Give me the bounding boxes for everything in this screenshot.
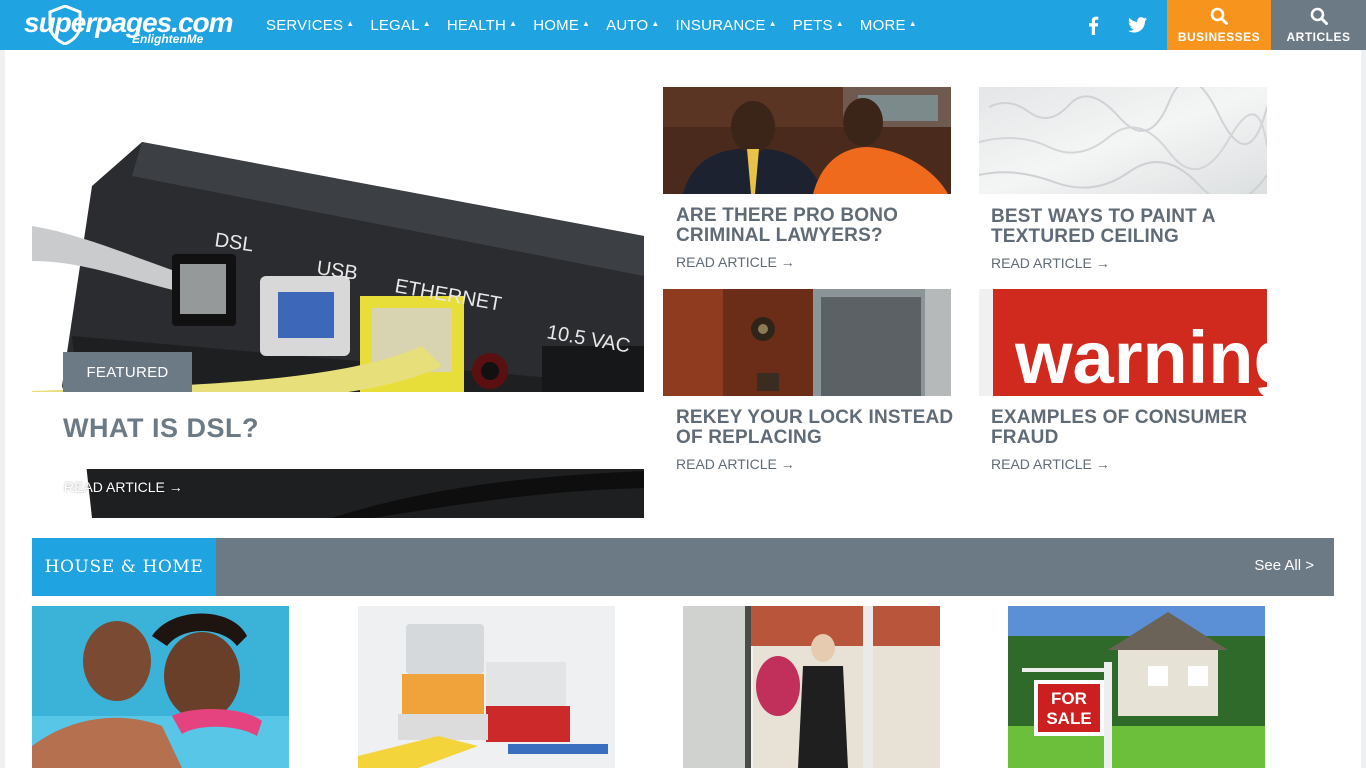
nav-home[interactable]: HOME ▲ — [533, 17, 590, 34]
twitter-link[interactable] — [1128, 0, 1152, 50]
caret-down-icon: ▲ — [651, 18, 660, 28]
read-article-link[interactable]: READ ARTICLE → — [676, 254, 795, 270]
read-article-link[interactable]: READ ARTICLE → — [676, 456, 795, 472]
read-article-link[interactable]: READ ARTICLE → — [991, 255, 1110, 271]
article-title[interactable]: REKEY YOUR LOCK INSTEAD OF REPLACING — [676, 408, 966, 448]
caret-down-icon: ▲ — [346, 18, 355, 28]
featured-article-title[interactable]: WHAT IS DSL? — [63, 413, 259, 444]
nav-label: HOME — [533, 16, 580, 34]
caret-down-icon: ▲ — [509, 18, 518, 28]
nav-health[interactable]: HEALTH ▲ — [447, 17, 517, 34]
for-sale-house-photo: FOR SALE — [1008, 606, 1265, 768]
article-image-lock[interactable] — [663, 289, 951, 396]
nav-insurance[interactable]: INSURANCE ▲ — [675, 17, 776, 34]
lawyer-client-photo — [663, 87, 951, 194]
nav-auto[interactable]: AUTO ▲ — [606, 17, 659, 34]
search-icon — [1210, 7, 1228, 25]
right-page-border — [1361, 50, 1366, 768]
articles-search-button[interactable]: ARTICLES — [1271, 0, 1366, 50]
facebook-link[interactable] — [1088, 0, 1108, 50]
nav-label: SERVICES — [266, 16, 344, 34]
article-image-fraud[interactable]: warning — [979, 289, 1267, 396]
door-lock-photo — [663, 289, 951, 396]
left-page-border — [0, 50, 5, 768]
businesses-search-button[interactable]: BUSINESSES — [1167, 0, 1271, 50]
warning-word: warning — [1014, 316, 1267, 396]
nav-label: INSURANCE — [675, 16, 766, 34]
house-home-thumb[interactable] — [32, 606, 289, 768]
nav-pets[interactable]: PETS ▲ — [793, 17, 844, 34]
nav-label: AUTO — [606, 16, 649, 34]
nav-label: LEGAL — [370, 16, 420, 34]
sale-sign-text-sale: SALE — [1046, 709, 1091, 728]
twitter-icon — [1128, 17, 1147, 33]
article-image-lawyers[interactable] — [663, 87, 951, 194]
site-logo[interactable]: superpages.com EnlightenMe — [24, 3, 234, 47]
caret-down-icon: ▲ — [908, 18, 917, 28]
see-all-link[interactable]: See All > — [1254, 557, 1314, 574]
caret-down-icon: ▲ — [768, 18, 777, 28]
nav-label: HEALTH — [446, 16, 507, 34]
house-home-thumb[interactable] — [683, 606, 940, 768]
main-nav: SERVICES ▲ LEGAL ▲ HEALTH ▲ HOME ▲ AUTO ▲ INS… — [266, 0, 933, 50]
paint-cans-photo — [358, 606, 615, 768]
nav-services[interactable]: SERVICES ▲ — [266, 17, 354, 34]
caret-down-icon: ▲ — [835, 18, 844, 28]
nav-label: MORE — [859, 16, 906, 34]
house-home-thumb[interactable]: FOR SALE — [1008, 606, 1265, 768]
article-title[interactable]: EXAMPLES OF CONSUMER FRAUD — [991, 408, 1281, 448]
textured-ceiling-photo — [979, 87, 1267, 194]
article-image-ceiling[interactable] — [979, 87, 1267, 194]
businesses-label: BUSINESSES — [1177, 30, 1261, 44]
caret-down-icon: ▲ — [582, 18, 591, 28]
featured-badge: FEATURED — [63, 352, 192, 392]
article-title[interactable]: ARE THERE PRO BONO CRIMINAL LAWYERS? — [676, 206, 966, 246]
nav-more[interactable]: MORE ▲ — [860, 17, 917, 34]
section-title[interactable]: HOUSE & HOME — [32, 538, 216, 596]
featured-read-article-link[interactable]: READ ARTICLE → — [64, 479, 183, 495]
kids-pool-photo — [32, 606, 289, 768]
warning-sign-photo: warning — [979, 289, 1267, 396]
logo-tagline: EnlightenMe — [132, 32, 204, 46]
realtor-photo — [683, 606, 940, 768]
facebook-icon — [1089, 16, 1099, 35]
search-icon — [1310, 7, 1328, 25]
nav-label: PETS — [792, 16, 833, 34]
nav-legal[interactable]: LEGAL ▲ — [370, 17, 431, 34]
top-nav-bar: superpages.com EnlightenMe SERVICES ▲ LEG… — [0, 0, 1366, 50]
articles-label: ARTICLES — [1286, 30, 1351, 44]
read-article-link[interactable]: READ ARTICLE → — [991, 456, 1110, 472]
sale-sign-text-for: FOR — [1051, 689, 1087, 708]
section-header-bar — [32, 538, 1334, 596]
caret-down-icon: ▲ — [422, 18, 431, 28]
article-title[interactable]: BEST WAYS TO PAINT A TEXTURED CEILING — [991, 207, 1281, 247]
house-home-thumb[interactable] — [358, 606, 615, 768]
